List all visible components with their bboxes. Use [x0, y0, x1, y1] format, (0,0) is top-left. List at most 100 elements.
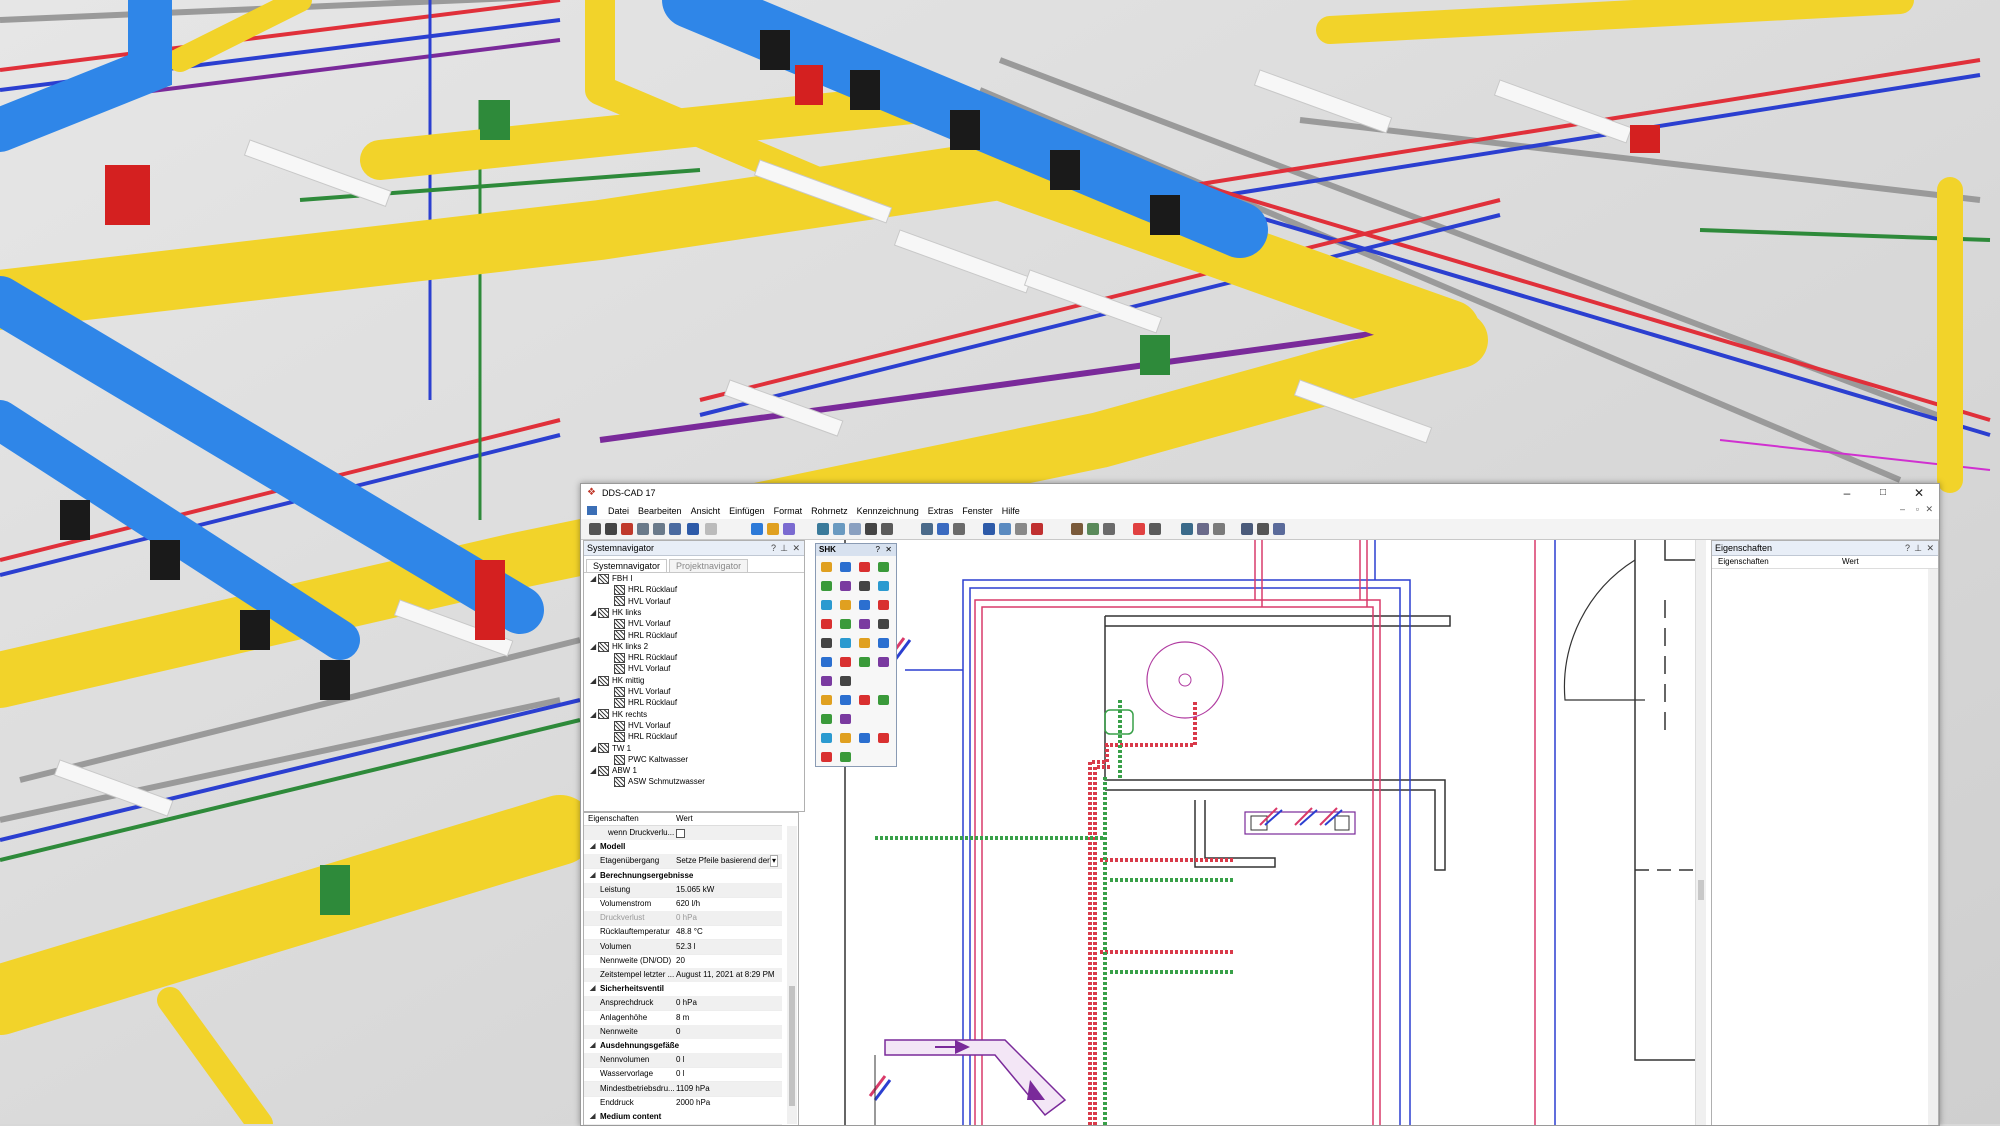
text-icon[interactable] [1257, 523, 1269, 535]
undo-icon[interactable] [687, 523, 699, 535]
property-row[interactable]: Rücklauftemperatur 48.8 °C [584, 925, 782, 941]
pipe-icon[interactable] [999, 523, 1011, 535]
shk-symbol-icon[interactable] [821, 752, 832, 762]
tree-toggle-icon[interactable]: ◢ [590, 765, 598, 776]
property-row[interactable]: Nennvolumen 0 l [584, 1053, 782, 1069]
menu-bearbeiten[interactable]: Bearbeiten [638, 506, 682, 516]
property-row[interactable]: Volumenstrom 620 l/h [584, 897, 782, 912]
mdi-close-button[interactable]: ✕ [1925, 504, 1933, 515]
dimension-icon[interactable] [953, 523, 965, 535]
property-section[interactable]: ◢ Ausdehnungsgefäße [584, 1039, 782, 1054]
property-section[interactable]: ◢ Sicherheitsventil [584, 982, 782, 998]
property-value[interactable]: 2000 hPa [676, 1096, 710, 1110]
menu-ansicht[interactable]: Ansicht [691, 506, 721, 516]
drawing-canvas[interactable] [815, 540, 1705, 1125]
fitting-icon[interactable] [1015, 523, 1027, 535]
scrollbar-thumb[interactable] [789, 986, 795, 1106]
tree-toggle-icon[interactable]: ◢ [590, 743, 598, 754]
shk-symbol-icon[interactable] [821, 600, 832, 610]
shk-symbol-icon[interactable] [821, 581, 832, 591]
canvas-scrollbar[interactable] [1695, 540, 1706, 1125]
tree-item[interactable]: HRL Rücklauf [606, 697, 677, 709]
shk-symbol-icon[interactable] [878, 581, 889, 591]
shk-symbol-icon[interactable] [821, 733, 832, 743]
home-icon[interactable] [1071, 523, 1083, 535]
menu-kennzeichnung[interactable]: Kennzeichnung [857, 506, 919, 516]
property-row[interactable]: Enddruck 2000 hPa [584, 1096, 782, 1111]
tree-item[interactable]: HRL Rücklauf [606, 652, 677, 663]
grid-icon[interactable] [937, 523, 949, 535]
shk-symbol-icon[interactable] [821, 714, 832, 724]
shk-symbol-icon[interactable] [840, 657, 851, 667]
tree-toggle-icon[interactable]: ◢ [590, 641, 598, 652]
shk-symbol-icon[interactable] [821, 676, 832, 686]
print-icon[interactable] [637, 523, 649, 535]
shk-symbol-icon[interactable] [859, 638, 870, 648]
tab-systemnavigator[interactable]: Systemnavigator [586, 559, 668, 572]
property-row[interactable]: Nennweite 0 [584, 1024, 782, 1040]
new-icon[interactable] [589, 523, 601, 535]
shk-symbol-icon[interactable] [878, 733, 889, 743]
report-icon[interactable] [1103, 523, 1115, 535]
shk-symbol-icon[interactable] [878, 619, 889, 629]
shk-symbol-icon[interactable] [859, 733, 870, 743]
shk-symbol-icon[interactable] [840, 695, 851, 705]
shk-symbol-icon[interactable] [821, 562, 832, 572]
tree-item[interactable]: ASW Schmutzwasser [606, 776, 705, 788]
menu-format[interactable]: Format [774, 506, 803, 516]
property-row[interactable]: Wasservorlage 0 l [584, 1067, 782, 1083]
minimize-button[interactable]: – [1831, 484, 1863, 502]
check-icon[interactable] [1133, 523, 1145, 535]
property-value[interactable]: 0 hPa [676, 911, 697, 925]
layers-icon[interactable] [783, 523, 795, 535]
tree-item[interactable]: HVL Vorlauf [606, 663, 670, 675]
shk-symbol-icon[interactable] [859, 695, 870, 705]
expand-icon[interactable]: ◢ [590, 1110, 595, 1124]
property-section[interactable]: ◢ Berechnungsergebnisse [584, 868, 782, 884]
document-icon[interactable] [587, 506, 597, 515]
tree-item[interactable]: HVL Vorlauf [606, 596, 670, 607]
shk-symbol-icon[interactable] [840, 714, 851, 724]
shk-symbol-icon[interactable] [840, 752, 851, 762]
property-row[interactable]: Mindestbetriebsdru... 1109 hPa [584, 1081, 782, 1097]
shk-symbol-icon[interactable] [840, 638, 851, 648]
calc-icon[interactable] [1087, 523, 1099, 535]
property-row[interactable]: Etagenübergang Setze Pfeile basierend der… [584, 854, 782, 870]
shk-symbol-icon[interactable] [878, 600, 889, 610]
right-help-button[interactable]: ? [1905, 541, 1910, 555]
tab-projektnavigator[interactable]: Projektnavigator [669, 559, 749, 572]
property-value[interactable]: 0 hPa [676, 996, 697, 1010]
property-row[interactable]: Ansprechdruck 0 hPa [584, 996, 782, 1012]
table-icon[interactable] [1241, 523, 1253, 535]
property-row[interactable]: Zeitstempel letzter ... August 11, 2021 a… [584, 968, 782, 983]
property-value[interactable]: 20 [676, 954, 685, 968]
property-value[interactable]: 1109 hPa [676, 1082, 710, 1096]
tree-item[interactable]: ◢ ABW 1 [590, 765, 637, 776]
section-icon[interactable] [1213, 523, 1225, 535]
expand-icon[interactable]: ◢ [590, 1039, 595, 1053]
select-icon[interactable] [751, 523, 763, 535]
3d-view-icon[interactable] [1197, 523, 1209, 535]
tree-item[interactable]: HVL Vorlauf [606, 686, 670, 697]
property-value[interactable]: 0 l [676, 1067, 684, 1081]
tree-toggle-icon[interactable]: ◢ [590, 607, 598, 618]
plot-icon[interactable] [1181, 523, 1193, 535]
shk-symbol-icon[interactable] [859, 600, 870, 610]
list-icon[interactable] [1149, 523, 1161, 535]
shk-symbol-icon[interactable] [859, 581, 870, 591]
tree-toggle-icon[interactable]: ◢ [590, 573, 598, 584]
tree-item[interactable]: HRL Rücklauf [606, 630, 677, 641]
zoom-icon[interactable] [817, 523, 829, 535]
view-icon[interactable] [849, 523, 861, 535]
insert-symbol-icon[interactable] [983, 523, 995, 535]
shk-symbol-icon[interactable] [859, 657, 870, 667]
maximize-button[interactable]: □ [1867, 484, 1899, 502]
property-row[interactable]: Anlagenhöhe 8 m [584, 1011, 782, 1026]
tree-item[interactable]: ◢ HK links 2 [590, 641, 648, 652]
tree-item[interactable]: HRL Rücklauf [606, 731, 677, 743]
menu-extras[interactable]: Extras [928, 506, 954, 516]
render-icon[interactable] [881, 523, 893, 535]
property-section[interactable]: ◢ Medium content [584, 1110, 782, 1125]
shk-symbol-icon[interactable] [840, 562, 851, 572]
canvas-scrollbar-thumb[interactable] [1698, 880, 1704, 900]
